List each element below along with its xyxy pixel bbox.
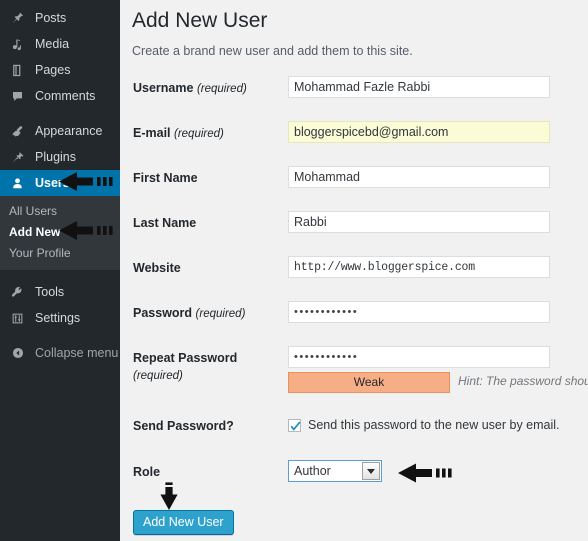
email-input[interactable]: [288, 121, 550, 144]
role-label: Role: [120, 460, 288, 481]
last-name-label: Last Name: [120, 211, 288, 232]
email-required-note: (required): [174, 128, 224, 141]
send-password-checkbox-label: Send this password to the new user by em…: [308, 418, 560, 433]
username-required-note: (required): [196, 83, 247, 96]
password-label-text: Password: [133, 306, 193, 321]
email-label: E-mail (required): [120, 121, 288, 143]
sliders-icon: [9, 310, 26, 327]
sidebar-item-plugins[interactable]: Plugins: [0, 144, 120, 170]
sidebar-label: Appearance: [35, 123, 103, 138]
page-description: Create a brand new user and add them to …: [132, 44, 413, 59]
last-name-input[interactable]: [288, 211, 550, 234]
sidebar-label: Tools: [35, 284, 65, 299]
collapse-arrow-icon: [9, 345, 26, 362]
form-row-website: Website: [120, 256, 588, 301]
chevron-down-icon[interactable]: [362, 462, 380, 481]
password-hint-text: Hint: The password should: [458, 374, 588, 389]
wordpress-admin-screen: Posts Media Pages Comments Appearance Pl…: [0, 0, 588, 541]
send-password-checkbox[interactable]: [288, 418, 301, 432]
sidebar-item-settings[interactable]: Settings: [0, 305, 120, 331]
role-select[interactable]: Author: [288, 460, 382, 483]
main-content: Add New User Create a brand new user and…: [120, 0, 588, 541]
media-icon: [9, 36, 26, 53]
submenu-label: Your Profile: [9, 246, 71, 260]
email-label-text: E-mail: [133, 126, 171, 141]
add-new-user-button[interactable]: Add New User: [133, 510, 234, 535]
first-name-label-text: First Name: [133, 171, 198, 186]
repeat-password-label-text: Repeat Password: [133, 351, 238, 366]
role-label-text: Role: [133, 465, 161, 480]
page-icon: [9, 62, 26, 79]
submenu-label: Add New: [9, 225, 61, 239]
sidebar-label: Settings: [35, 310, 81, 325]
username-label: Username (required): [120, 76, 288, 98]
password-input[interactable]: [288, 301, 550, 324]
last-name-label-text: Last Name: [133, 216, 197, 231]
sidebar-item-posts[interactable]: Posts: [0, 5, 120, 31]
password-label: Password (required): [120, 301, 288, 323]
form-row-username: Username (required): [120, 76, 588, 121]
sidebar-item-tools[interactable]: Tools: [0, 279, 120, 305]
username-input[interactable]: [288, 76, 550, 99]
submenu-item-all-users[interactable]: All Users: [0, 201, 120, 222]
form-row-repeat-password: Repeat Password (required) Weak Hint: Th…: [120, 346, 588, 414]
paintbrush-icon: [9, 123, 26, 140]
send-password-label: Send Password?: [120, 414, 288, 435]
first-name-input[interactable]: [288, 166, 550, 189]
wrench-icon: [9, 284, 26, 301]
sidebar-label: Media: [35, 36, 70, 51]
repeat-password-required-note: (required): [133, 370, 183, 383]
form-row-role: Role Author: [120, 460, 588, 494]
page-title: Add New User: [132, 9, 268, 32]
form-row-last-name: Last Name: [120, 211, 588, 256]
plug-icon: [9, 149, 26, 166]
admin-sidebar: Posts Media Pages Comments Appearance Pl…: [0, 0, 120, 541]
website-input[interactable]: [288, 256, 550, 279]
sidebar-item-users[interactable]: Users: [0, 170, 120, 196]
password-strength-indicator: Weak: [288, 372, 450, 394]
sidebar-item-comments[interactable]: Comments: [0, 83, 120, 109]
form-row-send-password: Send Password? Send this password to the…: [120, 414, 588, 460]
sidebar-label: Posts: [35, 10, 67, 25]
user-icon: [9, 175, 26, 192]
sidebar-label: Comments: [35, 88, 96, 103]
username-label-text: Username: [133, 81, 194, 96]
sidebar-item-pages[interactable]: Pages: [0, 57, 120, 83]
role-select-value: Author: [294, 464, 331, 479]
repeat-password-label: Repeat Password (required): [120, 346, 288, 385]
repeat-password-input[interactable]: [288, 346, 550, 369]
collapse-menu-label: Collapse menu: [35, 346, 119, 360]
send-password-label-text: Send Password?: [133, 419, 234, 434]
add-new-user-form: Username (required) E-mail (required): [120, 76, 588, 524]
sidebar-label: Users: [35, 175, 70, 190]
form-row-email: E-mail (required): [120, 121, 588, 166]
form-row-password: Password (required): [120, 301, 588, 346]
submenu-label: All Users: [9, 204, 58, 218]
sidebar-item-media[interactable]: Media: [0, 31, 120, 57]
pin-icon: [9, 10, 26, 27]
website-label: Website: [120, 256, 288, 277]
sidebar-item-appearance[interactable]: Appearance: [0, 118, 120, 144]
sidebar-label: Pages: [35, 62, 71, 77]
submenu-item-add-new[interactable]: Add New: [0, 222, 120, 243]
website-label-text: Website: [133, 261, 181, 276]
users-submenu: All Users Add New Your Profile: [0, 196, 120, 270]
collapse-menu-button[interactable]: Collapse menu: [0, 340, 120, 366]
comment-icon: [9, 88, 26, 105]
password-required-note: (required): [195, 308, 246, 321]
first-name-label: First Name: [120, 166, 288, 187]
sidebar-label: Plugins: [35, 149, 76, 164]
form-row-first-name: First Name: [120, 166, 588, 211]
submenu-item-your-profile[interactable]: Your Profile: [0, 243, 120, 264]
